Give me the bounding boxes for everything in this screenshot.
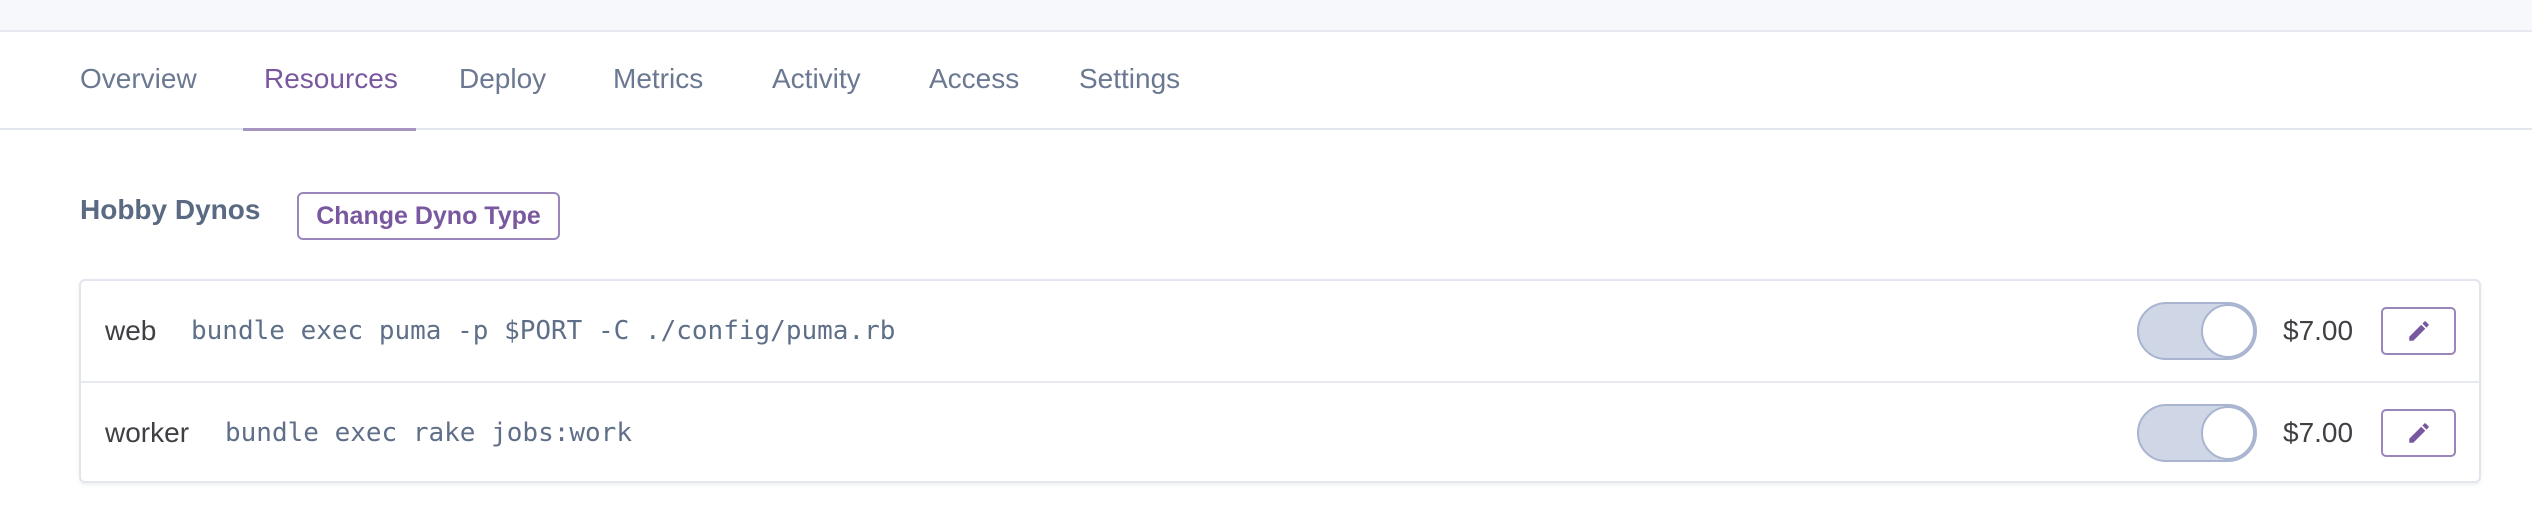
tab-metrics[interactable]: Metrics — [613, 32, 703, 130]
dyno-command: bundle exec puma -p $PORT -C ./config/pu… — [191, 316, 896, 346]
edit-dyno-button[interactable] — [2381, 409, 2456, 457]
pencil-icon — [2406, 420, 2432, 446]
dyno-toggle[interactable] — [2137, 302, 2257, 360]
dyno-command: bundle exec rake jobs:work — [225, 418, 632, 448]
toggle-knob — [2201, 304, 2255, 358]
dyno-section-title: Hobby Dynos — [80, 194, 261, 225]
dyno-list: web bundle exec puma -p $PORT -C ./confi… — [79, 279, 2481, 483]
tab-activity[interactable]: Activity — [772, 32, 861, 130]
top-header-strip — [0, 0, 2532, 32]
tab-resources[interactable]: Resources — [264, 32, 398, 130]
active-tab-indicator — [243, 128, 416, 131]
pencil-icon — [2406, 318, 2432, 344]
edit-dyno-button[interactable] — [2381, 307, 2456, 355]
dyno-row-worker: worker bundle exec rake jobs:work $7.00 — [81, 383, 2479, 483]
tab-access[interactable]: Access — [929, 32, 1019, 130]
toggle-knob — [2201, 406, 2255, 460]
change-dyno-type-button[interactable]: Change Dyno Type — [297, 192, 560, 240]
tab-settings[interactable]: Settings — [1079, 32, 1180, 130]
dyno-toggle[interactable] — [2137, 404, 2257, 462]
dyno-name: worker — [105, 417, 190, 448]
dyno-price: $7.00 — [2283, 315, 2354, 346]
tab-overview[interactable]: Overview — [80, 32, 197, 130]
dyno-row-web: web bundle exec puma -p $PORT -C ./confi… — [81, 281, 2479, 383]
app-tab-bar: Overview Resources Deploy Metrics Activi… — [0, 32, 2532, 131]
tab-deploy[interactable]: Deploy — [459, 32, 546, 130]
dyno-name: web — [105, 315, 157, 346]
dyno-price: $7.00 — [2283, 417, 2354, 448]
